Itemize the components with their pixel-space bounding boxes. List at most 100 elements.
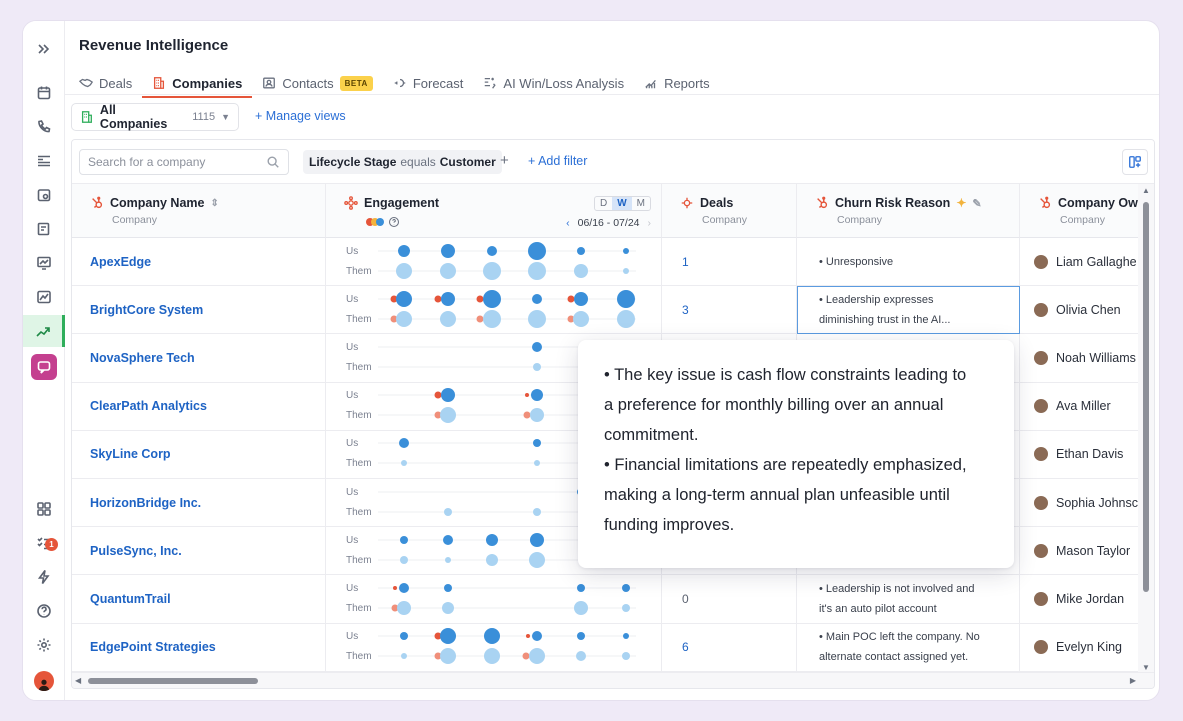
sort-icon[interactable]: ⇕ bbox=[210, 198, 218, 209]
scroll-down-icon[interactable]: ▼ bbox=[1142, 663, 1150, 672]
activity-icon[interactable] bbox=[23, 249, 65, 277]
next-range-icon[interactable]: › bbox=[648, 217, 652, 229]
owner-cell[interactable]: Mason Taylor bbox=[1020, 527, 1140, 576]
them-engagement-dot bbox=[440, 310, 456, 327]
column-header-engagement[interactable]: Engagement D W M ‹ 06/16 - 07/24 › bbox=[326, 184, 662, 238]
calendar-icon[interactable] bbox=[23, 79, 65, 107]
user-avatar[interactable] bbox=[23, 667, 65, 695]
column-header-deals[interactable]: Deals Company bbox=[662, 184, 797, 238]
us-label: Us bbox=[346, 583, 358, 594]
period-month[interactable]: M bbox=[632, 197, 650, 210]
company-name-link[interactable]: SkyLine Corp bbox=[72, 430, 326, 479]
company-name-link[interactable]: NovaSphere Tech bbox=[72, 334, 326, 383]
help-icon[interactable] bbox=[23, 597, 65, 625]
owner-cell[interactable]: Liam Gallaghe bbox=[1020, 238, 1140, 287]
manage-views-link[interactable]: + Manage views bbox=[255, 109, 346, 123]
notes-icon[interactable] bbox=[23, 215, 65, 243]
vertical-scrollbar[interactable]: ▲ ▼ bbox=[1138, 184, 1154, 674]
owner-cell[interactable]: Evelyn King bbox=[1020, 623, 1140, 672]
plus-icon[interactable]: + bbox=[500, 152, 509, 169]
phone-icon[interactable] bbox=[23, 113, 65, 141]
churn-reason-cell[interactable]: • Unresponsive bbox=[797, 238, 1020, 287]
us-engagement-dot bbox=[487, 245, 497, 256]
tab-contacts[interactable]: Contacts BETA bbox=[252, 71, 383, 95]
lightning-icon[interactable] bbox=[23, 563, 65, 591]
company-name-link[interactable]: QuantumTrail bbox=[72, 575, 326, 624]
owner-cell[interactable]: Ava Miller bbox=[1020, 382, 1140, 431]
them-engagement-dot bbox=[484, 648, 500, 665]
schedule-icon[interactable] bbox=[23, 181, 65, 209]
column-header-owner[interactable]: Company Owr Company bbox=[1020, 184, 1140, 238]
company-name-link[interactable]: EdgePoint Strategies bbox=[72, 623, 326, 672]
us-engagement-dot bbox=[484, 628, 500, 645]
list-icon[interactable] bbox=[23, 147, 65, 175]
deals-count[interactable]: 0 bbox=[662, 575, 797, 624]
us-label: Us bbox=[346, 438, 358, 449]
horizontal-scroll-thumb[interactable] bbox=[88, 678, 258, 684]
vertical-scroll-thumb[interactable] bbox=[1143, 202, 1149, 592]
column-header-company[interactable]: Company Name ⇕ Company bbox=[72, 184, 326, 238]
scroll-left-icon[interactable]: ◀ bbox=[75, 676, 81, 685]
date-range: ‹ 06/16 - 07/24 › bbox=[566, 217, 651, 229]
them-label: Them bbox=[346, 362, 372, 373]
add-filter-button[interactable]: + Add filter bbox=[528, 154, 587, 168]
tab-reports[interactable]: Reports bbox=[634, 71, 720, 95]
them-engagement-dot bbox=[574, 263, 588, 278]
deals-count[interactable]: 6 bbox=[662, 623, 797, 672]
scroll-up-icon[interactable]: ▲ bbox=[1142, 186, 1150, 195]
tab-companies[interactable]: Companies bbox=[142, 71, 253, 98]
deals-count[interactable]: 3 bbox=[662, 286, 797, 335]
prev-range-icon[interactable]: ‹ bbox=[566, 217, 570, 229]
owner-cell[interactable]: Noah Williams bbox=[1020, 334, 1140, 383]
company-name-link[interactable]: HorizonBridge Inc. bbox=[72, 479, 326, 528]
them-engagement-dot bbox=[401, 653, 407, 660]
assistant-icon[interactable] bbox=[23, 353, 65, 381]
tasks-icon[interactable]: 1 bbox=[23, 529, 65, 557]
tooltip-line: a preference for monthly billing over an… bbox=[604, 396, 944, 414]
scroll-right-icon[interactable]: ▶ bbox=[1130, 676, 1136, 685]
apps-grid-icon[interactable] bbox=[23, 495, 65, 523]
tooltip-line: funding improves. bbox=[604, 516, 735, 534]
them-label: Them bbox=[346, 458, 372, 469]
filter-chip[interactable]: Lifecycle Stage equals Customer bbox=[303, 150, 502, 174]
column-settings-button[interactable] bbox=[1122, 149, 1148, 175]
period-toggle[interactable]: D W M bbox=[593, 196, 651, 211]
alert-dot bbox=[525, 393, 529, 398]
engagement-cell[interactable]: Us Them bbox=[326, 238, 662, 287]
company-name-link[interactable]: ApexEdge bbox=[72, 238, 326, 287]
tab-forecast[interactable]: Forecast bbox=[383, 71, 474, 95]
info-icon[interactable] bbox=[388, 216, 400, 228]
company-name-link[interactable]: BrightCore System bbox=[72, 286, 326, 335]
revenue-intelligence-icon[interactable] bbox=[23, 315, 65, 347]
column-header-churn-risk[interactable]: Churn Risk Reason ✦ ✎ Company bbox=[797, 184, 1020, 238]
engagement-cell[interactable]: Us Them bbox=[326, 623, 662, 672]
column-layout-icon bbox=[1129, 156, 1141, 168]
settings-gear-icon[interactable] bbox=[23, 631, 65, 659]
churn-reason-cell[interactable]: • Leadership is not involved and it's an… bbox=[797, 575, 1020, 624]
filter-field: Lifecycle Stage bbox=[309, 155, 397, 169]
edit-pencil-icon[interactable]: ✎ bbox=[972, 197, 981, 210]
owner-cell[interactable]: Sophia Johnsc bbox=[1020, 479, 1140, 528]
owner-cell[interactable]: Mike Jordan bbox=[1020, 575, 1140, 624]
tab-ai-win-loss[interactable]: AI Win/Loss Analysis bbox=[473, 71, 634, 95]
company-name-link[interactable]: ClearPath Analytics bbox=[72, 382, 326, 431]
engagement-cell[interactable]: Us Them bbox=[326, 575, 662, 624]
company-name-link[interactable]: PulseSync, Inc. bbox=[72, 527, 326, 576]
view-selector[interactable]: All Companies 1115 ▼ bbox=[71, 103, 239, 131]
owner-cell[interactable]: Ethan Davis bbox=[1020, 430, 1140, 479]
owner-cell[interactable]: Olivia Chen bbox=[1020, 286, 1140, 335]
engagement-cell[interactable]: Us Them bbox=[326, 286, 662, 335]
search-input[interactable]: Search for a company bbox=[79, 149, 289, 175]
expand-icon[interactable] bbox=[23, 35, 65, 63]
deals-count[interactable]: 1 bbox=[662, 238, 797, 287]
analytics-icon[interactable] bbox=[23, 283, 65, 311]
churn-reason-cell[interactable]: • Leadership expresses diminishing trust… bbox=[797, 286, 1020, 335]
tab-deals[interactable]: Deals bbox=[79, 71, 142, 95]
churn-reason-cell[interactable]: • Main POC left the company. No alternat… bbox=[797, 623, 1020, 672]
tab-label: AI Win/Loss Analysis bbox=[503, 75, 625, 91]
owner-avatar bbox=[1034, 350, 1048, 365]
period-day[interactable]: D bbox=[595, 197, 612, 210]
period-week[interactable]: W bbox=[612, 197, 632, 210]
building-icon bbox=[81, 111, 92, 123]
horizontal-scrollbar[interactable]: ◀ ▶ bbox=[72, 672, 1154, 688]
